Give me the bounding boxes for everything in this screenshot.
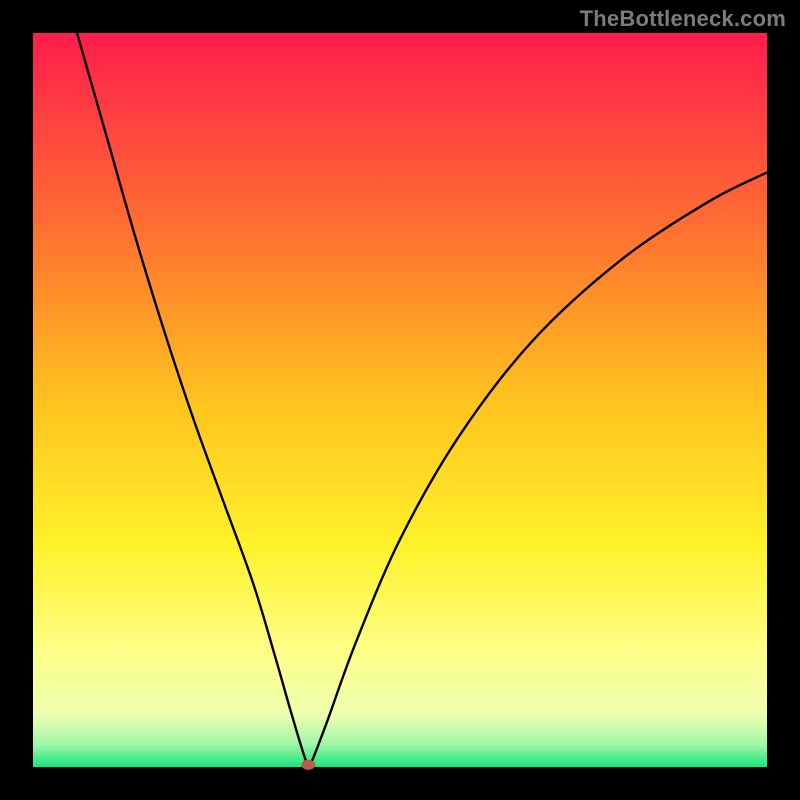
watermark-text: TheBottleneck.com: [580, 6, 786, 32]
optimal-marker: [301, 760, 315, 770]
bottleneck-chart: [0, 0, 800, 800]
plot-background: [33, 33, 767, 767]
chart-frame: { "watermark": "TheBottleneck.com", "cha…: [0, 0, 800, 800]
